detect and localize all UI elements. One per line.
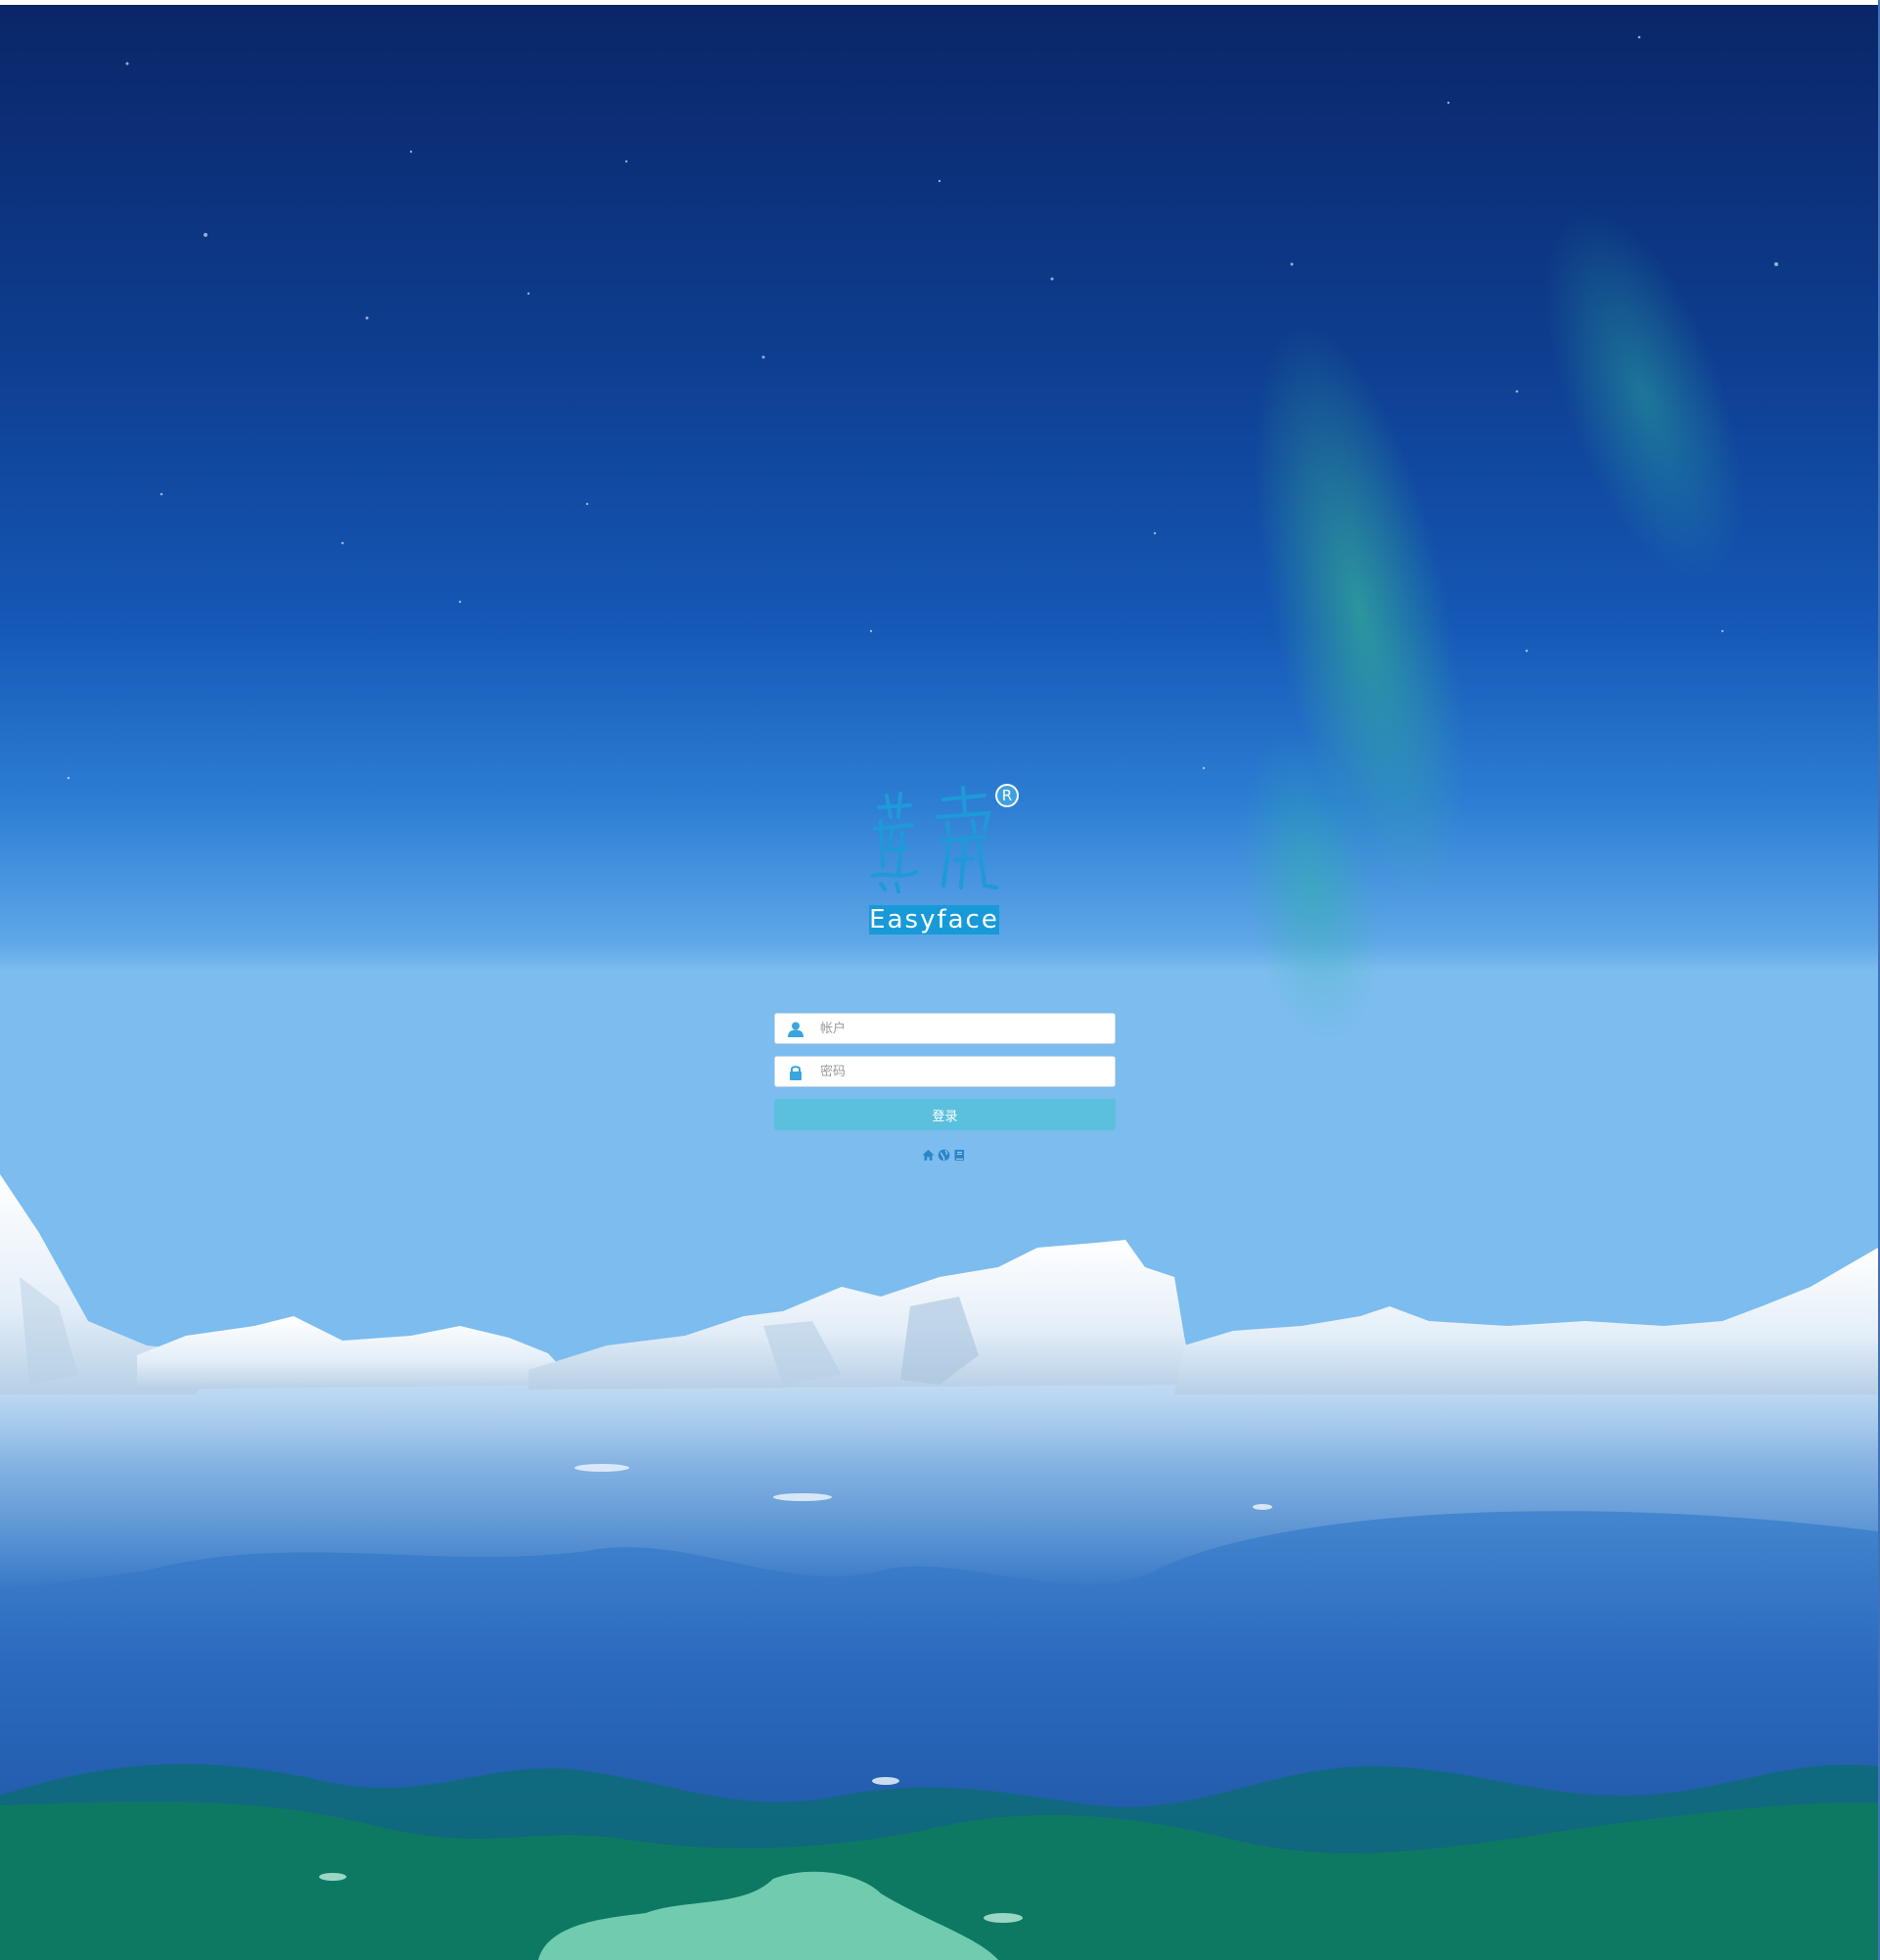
login-form: 登录 xyxy=(774,1013,1116,1130)
globe-icon[interactable] xyxy=(938,1149,950,1162)
account-input[interactable] xyxy=(820,1014,1104,1043)
home-icon[interactable] xyxy=(922,1149,935,1162)
password-input[interactable] xyxy=(820,1057,1104,1086)
footer-links xyxy=(922,1149,966,1162)
user-icon xyxy=(788,1022,803,1037)
account-field xyxy=(774,1013,1116,1044)
background-scene xyxy=(0,5,1878,1960)
brand-logo: R Easyface xyxy=(867,778,1022,940)
brand-wordmark: Easyface xyxy=(869,905,999,934)
book-icon[interactable] xyxy=(953,1149,966,1162)
login-page: R Easyface 登录 xyxy=(0,5,1878,1960)
registered-mark: R xyxy=(995,784,1019,807)
password-field xyxy=(774,1056,1116,1087)
login-button[interactable]: 登录 xyxy=(774,1099,1116,1130)
lock-icon xyxy=(790,1066,802,1080)
